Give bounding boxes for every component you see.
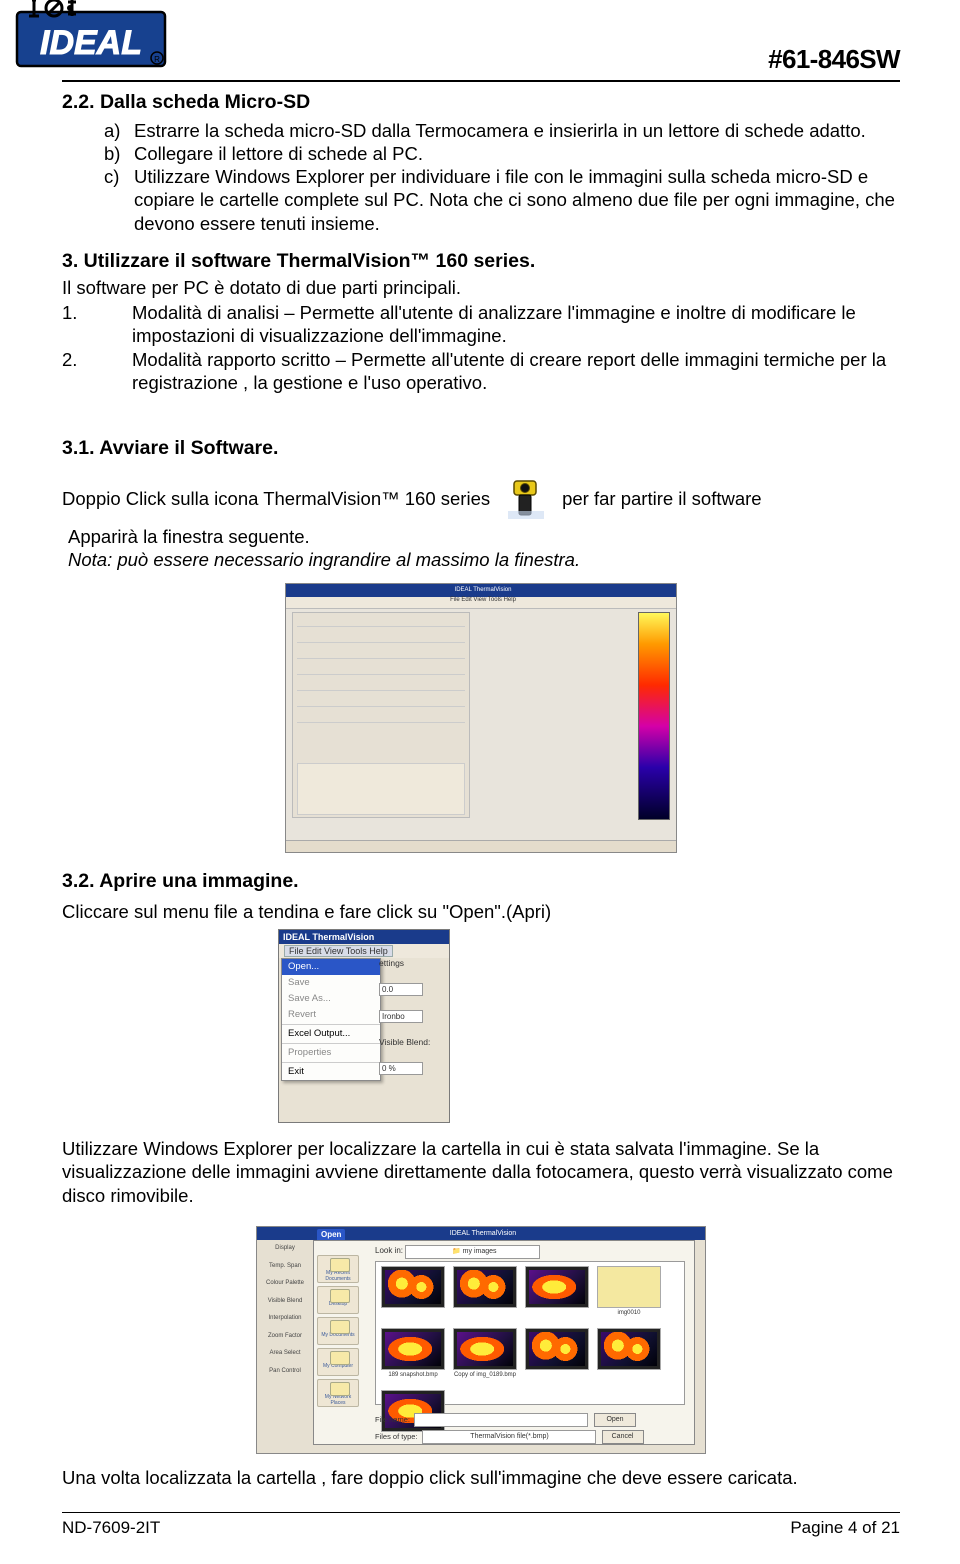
file-thumbnail[interactable]	[524, 1266, 590, 1322]
list-2-2: a)Estrarre la scheda micro-SD dalla Term…	[104, 119, 900, 235]
file-thumbnail-area: img0010 189 snapshot.bmp Copy of img_018…	[375, 1261, 685, 1405]
menu-item-excel[interactable]: Excel Output...	[282, 1026, 380, 1042]
list-item-c: Utilizzare Windows Explorer per individu…	[134, 165, 900, 235]
color-gradient-bar	[638, 612, 670, 820]
open-dialog-title: Open	[317, 1229, 345, 1240]
file-thumbnail[interactable]: 189 snapshot.bmp	[380, 1328, 446, 1384]
para-note: Nota: può essere necessario ingrandire a…	[68, 548, 900, 571]
file-thumbnail[interactable]: Copy of img_0189.bmp	[452, 1328, 518, 1384]
window-titlebar: IDEAL ThermalVision	[286, 584, 676, 597]
figure-file-menu-wrap: IDEAL ThermalVision File Edit View Tools…	[62, 929, 900, 1123]
figure-main-window-wrap: IDEAL ThermalVision File Edit View Tools…	[62, 571, 900, 853]
sidebar-place[interactable]: My Recent Documents	[317, 1255, 359, 1283]
places-sidebar: My Recent Documents Desktop My Documents…	[317, 1255, 369, 1433]
launch-text-pre: Doppio Click sulla icona ThermalVision™ …	[62, 487, 490, 510]
sidebar-place[interactable]: My Documents	[317, 1317, 359, 1345]
window-statusbar	[286, 840, 676, 852]
figure-open-dialog: IDEAL ThermalVision DisplayTemp. SpanCol…	[256, 1226, 706, 1454]
figure-open-dialog-wrap: IDEAL ThermalVision DisplayTemp. SpanCol…	[62, 1217, 900, 1454]
panel-peek: ettings 0.0 Ironbo Visible Blend: 0 %	[379, 958, 443, 1088]
menu-item-save[interactable]: Save	[282, 975, 380, 991]
para-explorer: Utilizzare Windows Explorer per localizz…	[62, 1137, 900, 1207]
section-3-1-title: 3.1. Avviare il Software.	[62, 436, 900, 461]
window-titlebar: IDEAL ThermalVision	[279, 930, 449, 944]
file-thumbnail[interactable]	[452, 1266, 518, 1322]
section-2-2-title: 2.2. Dalla scheda Micro-SD	[62, 90, 900, 115]
para-doubleclick: Una volta localizzata la cartella , fare…	[62, 1466, 900, 1489]
svg-text:IDEAL: IDEAL	[40, 24, 142, 62]
ideal-logo: IDEAL R	[14, 0, 168, 70]
figure-file-menu: IDEAL ThermalVision File Edit View Tools…	[278, 929, 450, 1123]
filename-field[interactable]	[414, 1413, 588, 1427]
para-open-menu: Cliccare sul menu file a tendina e fare …	[62, 900, 900, 923]
filetype-field[interactable]: ThermalVision file(*.bmp)	[422, 1430, 596, 1444]
list-number: 1.	[62, 301, 132, 348]
list-marker: b)	[104, 142, 134, 165]
figure-main-window: IDEAL ThermalVision File Edit View Tools…	[285, 583, 677, 853]
left-labels: DisplayTemp. SpanColour PaletteVisible B…	[261, 1245, 309, 1385]
menu-item-exit[interactable]: Exit	[282, 1064, 380, 1080]
sidebar-place[interactable]: My Computer	[317, 1348, 359, 1376]
file-thumbnail[interactable]	[380, 1266, 446, 1322]
sidebar-place[interactable]: Desktop	[317, 1286, 359, 1314]
lookin-field[interactable]: 📁 my images	[405, 1245, 540, 1259]
window-menubar: File Edit View Tools Help	[286, 597, 676, 609]
window-menubar: File Edit View Tools Help	[279, 944, 449, 958]
section-3-2-title: 3.2. Aprire una immagine.	[62, 869, 900, 894]
menu-item-revert[interactable]: Revert	[282, 1007, 380, 1023]
launch-text-post: per far partire il software	[562, 487, 761, 510]
thermalvision-app-icon	[508, 479, 544, 519]
list-item-2: Modalità rapporto scritto – Permette all…	[132, 348, 900, 395]
cancel-button[interactable]: Cancel	[602, 1430, 644, 1444]
file-thumbnail[interactable]: img0010	[596, 1266, 662, 1322]
open-dialog-bottom: File name:Open Files of type:ThermalVisi…	[375, 1413, 685, 1443]
file-thumbnail[interactable]	[596, 1328, 662, 1384]
file-thumbnail[interactable]	[524, 1328, 590, 1384]
list-item-a: Estrarre la scheda micro-SD dalla Termoc…	[134, 119, 866, 142]
section-3-intro: Il software per PC è dotato di due parti…	[62, 276, 900, 299]
footer-doc-id: ND-7609-2IT	[62, 1517, 160, 1538]
page-footer: ND-7609-2IT Pagine 4 of 21	[62, 1512, 900, 1538]
menu-item-properties[interactable]: Properties	[282, 1045, 380, 1061]
list-number: 2.	[62, 348, 132, 395]
section-3-title: 3. Utilizzare il software ThermalVision™…	[62, 249, 900, 274]
list-marker: a)	[104, 119, 134, 142]
page-header: IDEAL R #61-846SW	[62, 0, 900, 82]
list-item-b: Collegare il lettore di schede al PC.	[134, 142, 423, 165]
product-code: #61-846SW	[768, 43, 900, 76]
settings-panel	[292, 612, 470, 818]
list-item-1: Modalità di analisi – Permette all'utent…	[132, 301, 900, 348]
para-appear: Apparirà la finestra seguente.	[68, 525, 900, 548]
numbered-list-3: 1.Modalità di analisi – Permette all'ute…	[62, 301, 900, 394]
lookin-row: Look in: 📁 my images	[375, 1245, 540, 1259]
menu-item-open[interactable]: Open...	[282, 959, 380, 975]
list-marker: c)	[104, 165, 134, 235]
svg-text:R: R	[154, 55, 160, 64]
open-button[interactable]: Open	[594, 1413, 636, 1427]
footer-page-number: Pagine 4 of 21	[790, 1517, 900, 1538]
file-dropdown-menu: Open... Save Save As... Revert Excel Out…	[281, 958, 381, 1081]
sidebar-place[interactable]: My Network Places	[317, 1379, 359, 1407]
menu-item-saveas[interactable]: Save As...	[282, 991, 380, 1007]
launch-instruction: Doppio Click sulla icona ThermalVision™ …	[62, 479, 900, 519]
